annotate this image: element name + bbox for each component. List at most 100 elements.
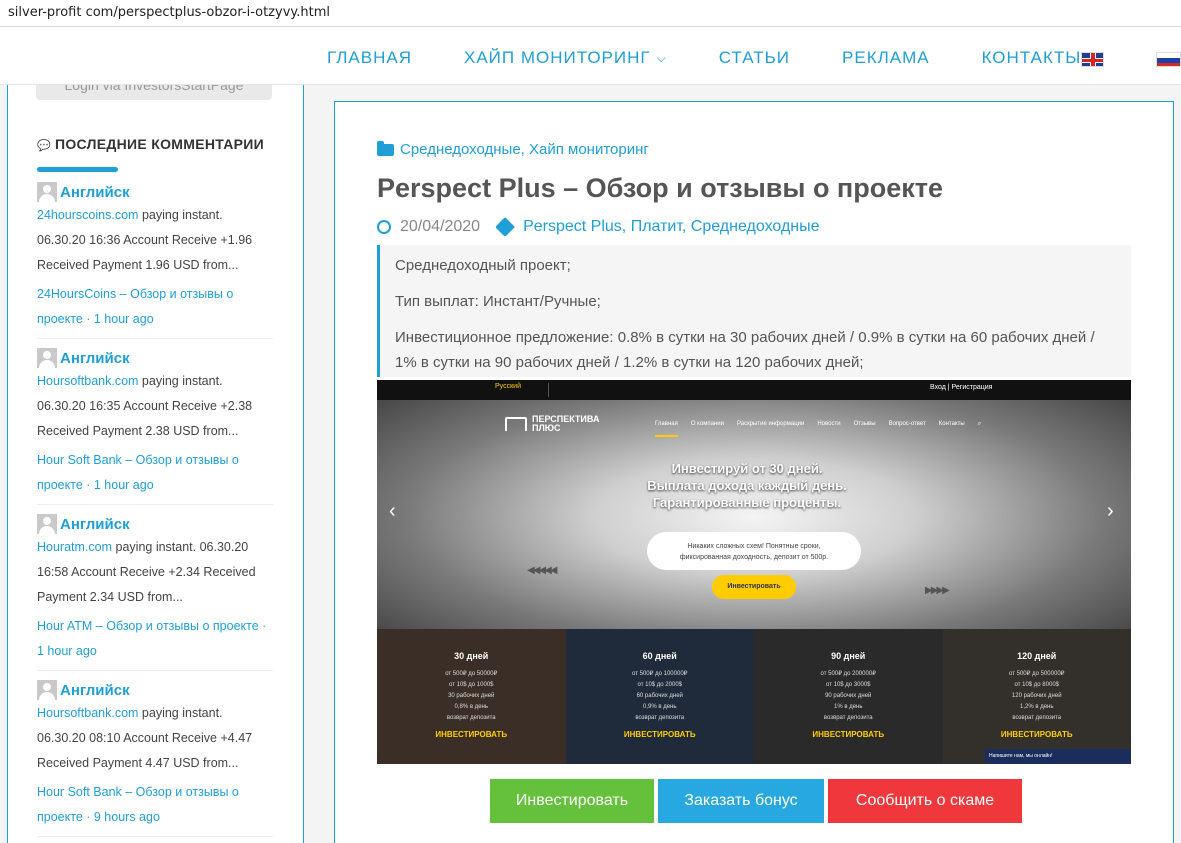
screenshot-menu: Главная О компании Раскрытие информации … — [655, 421, 994, 437]
invest-button[interactable]: Инвестировать — [490, 779, 654, 823]
comment-text: 24hourscoins.com paying instant. 06.30.2… — [37, 203, 273, 278]
comment-post-link[interactable]: 24HoursCoins – Обзор и отзывы о проекте … — [37, 282, 273, 332]
action-buttons: Инвестировать Заказать бонус Сообщить о … — [490, 779, 1026, 823]
plan-line: 30 рабочих дней — [448, 693, 495, 699]
comment-author[interactable]: Английск — [60, 184, 130, 201]
nav-articles[interactable]: СТАТЬИ — [719, 48, 790, 68]
logo-mark-icon — [505, 417, 527, 431]
screenshot-menu-item: Раскрытие информации — [736, 421, 805, 427]
plan-line: от 500₽ до 500000₽ — [1009, 671, 1065, 677]
nav-advertising-label: РЕКЛАМА — [842, 48, 930, 67]
bubble-line: фиксированная доходность, депозит от 500… — [679, 554, 829, 561]
sidebar: Login via InvestorsStartPage 💬 ПОСЛЕДНИЕ … — [7, 85, 304, 843]
plan-card: 90 дней от 500₽ до 200000₽ от 10$ до 300… — [754, 629, 943, 764]
plan-title: 60 дней — [642, 651, 677, 661]
comment-post-link[interactable]: Hour Soft Bank – Обзор и отзывы о проект… — [37, 448, 273, 498]
screenshot-topbar: Русский Вход | Регистрация — [377, 380, 1131, 400]
screenshot-plans: 30 дней от 500₽ до 50000₽ от 10$ до 1000… — [377, 629, 1131, 764]
comment-site-link[interactable]: Hoursoftbank.com — [37, 706, 138, 720]
screenshot-invest-button: Инвестировать — [712, 575, 796, 599]
nav-home[interactable]: ГЛАВНАЯ — [327, 48, 412, 68]
comment-text: Houratm.com paying instant. 06.30.20 16:… — [37, 535, 273, 610]
url-text[interactable]: silver-profit com/perspectplus-obzor-i-o… — [8, 5, 330, 20]
login-investorsstartpage-button[interactable]: Login via InvestorsStartPage — [36, 85, 272, 100]
plan-line: 120 рабочих дней — [1011, 693, 1062, 699]
screenshot-login: Вход | Регистрация — [930, 384, 993, 391]
quote-line: Инвестиционное предложение: 0.8% в сутки… — [395, 329, 1095, 371]
browser-url-bar[interactable]: silver-profit com/perspectplus-obzor-i-o… — [0, 0, 1181, 27]
screenshot-hero: Русский Вход | Регистрация ПЕРСПЕКТИВА ПЛ… — [377, 380, 1131, 629]
plan-line: от 10$ до 1000$ — [449, 682, 494, 688]
comment-text: Hoursoftbank.com paying instant. 06.30.2… — [37, 701, 273, 776]
comment-post-link[interactable]: Hour ATM – Обзор и отзывы о проекте · 1 … — [37, 614, 273, 664]
plan-line: возврат депозита — [635, 715, 685, 721]
nav-contacts[interactable]: КОНТАКТЫ — [982, 48, 1082, 68]
nav-hyip-label: ХАЙП МОНИТОРИНГ — [463, 48, 651, 67]
title-underline — [37, 167, 118, 172]
screenshot-menu-item: О компании — [690, 421, 724, 427]
screenshot-menu-item: Контакты — [938, 421, 965, 427]
article-meta: 20/04/2020 Perspect Plus, Платит, Средне… — [377, 217, 820, 237]
comment-site-link[interactable]: Hoursoftbank.com — [37, 374, 138, 388]
quote-line: Тип выплат: Инстант/Ручные; — [395, 293, 601, 310]
plan-line: 0,9% в день — [643, 704, 677, 710]
project-summary-quote: Среднедоходный проект; Тип выплат: Инста… — [377, 245, 1131, 377]
page-title: Perspect Plus – Обзор и отзывы о проекте — [377, 173, 943, 203]
plan-line: 90 рабочих дней — [825, 693, 872, 699]
nav-home-label: ГЛАВНАЯ — [327, 48, 412, 67]
plan-card: 120 дней от 500₽ до 500000₽ от 10$ до 80… — [942, 629, 1131, 764]
order-bonus-button[interactable]: Заказать бонус — [658, 779, 824, 823]
plan-line: возврат депозита — [1012, 715, 1062, 721]
list-item: Английск Hoursoftbank.com paying instant… — [37, 679, 273, 837]
comment-post-link[interactable]: Hour Soft Bank – Обзор и отзывы о проект… — [37, 780, 273, 830]
avatar — [37, 680, 57, 700]
avatar — [37, 182, 57, 202]
screenshot-headline: Инвестируй от 30 дней. Выплата дохода ка… — [622, 460, 872, 511]
comment-site-link[interactable]: 24hourscoins.com — [37, 208, 138, 222]
comment-icon: 💬 — [37, 140, 51, 152]
screenshot-menu-item: Отзывы — [853, 421, 876, 427]
screenshot-bubble: Никаких сложных схем! Понятные сроки, фи… — [647, 532, 861, 570]
site-header: ГЛАВНАЯ ХАЙП МОНИТОРИНГ ⌵ СТАТЬИ РЕКЛАМА … — [0, 27, 1181, 85]
comment-text: Hoursoftbank.com paying instant. 06.30.2… — [37, 369, 273, 444]
widget-title: 💬 ПОСЛЕДНИЕ КОММЕНТАРИИ — [37, 136, 264, 152]
report-scam-button[interactable]: Сообщить о скаме — [828, 779, 1022, 823]
plan-line: от 10$ до 2000$ — [637, 682, 683, 688]
recent-comments-list: Английск 24hourscoins.com paying instant… — [37, 181, 273, 843]
plan-invest-label: ИНВЕСТИРОВАТЬ — [623, 730, 696, 739]
plan-line: 60 рабочих дней — [636, 693, 683, 699]
clock-icon — [377, 220, 391, 234]
quote-line: Среднедоходный проект; — [395, 257, 571, 274]
nav-advertising[interactable]: РЕКЛАМА — [842, 48, 930, 68]
chevron-down-icon: ⌵ — [656, 50, 667, 65]
plan-invest-label: ИНВЕСТИРОВАТЬ — [435, 730, 508, 739]
article-date: 20/04/2020 — [400, 218, 481, 235]
screenshot-lang: Русский — [495, 383, 549, 397]
screenshot-menu-item: Главная — [655, 421, 678, 437]
tag-link[interactable]: Платит, — [631, 218, 687, 236]
plan-line: от 500₽ до 200000₽ — [820, 671, 876, 677]
nav-contacts-label: КОНТАКТЫ — [981, 48, 1082, 67]
comment-author[interactable]: Английск — [60, 682, 130, 699]
project-screenshot: Русский Вход | Регистрация ПЕРСПЕКТИВА ПЛ… — [377, 380, 1131, 764]
comment-author[interactable]: Английск — [60, 350, 130, 367]
comment-author[interactable]: Английск — [60, 516, 130, 533]
chevron-right-icon: › — [1107, 500, 1114, 522]
russian-flag-icon[interactable] — [1156, 52, 1181, 67]
list-item: Английск Houratm.com paying instant. 06.… — [37, 513, 273, 671]
plan-line: от 500₽ до 50000₽ — [445, 671, 498, 677]
comment-site-link[interactable]: Houratm.com — [37, 540, 112, 554]
english-flag-icon[interactable] — [1081, 52, 1104, 67]
plan-title: 90 дней — [831, 651, 866, 661]
folder-icon — [377, 140, 394, 156]
plan-invest-label: ИНВЕСТИРОВАТЬ — [812, 730, 885, 739]
category-link[interactable]: Среднедоходные, — [400, 141, 525, 158]
bubble-line: Никаких сложных схем! Понятные сроки, — [687, 543, 821, 550]
tag-link[interactable]: Среднедоходные — [691, 218, 820, 236]
screenshot-chat-widget: Напишите нам, мы онлайн! — [985, 749, 1131, 764]
nav-hyip-monitoring[interactable]: ХАЙП МОНИТОРИНГ ⌵ — [464, 48, 667, 68]
headline-line: Выплата дохода каждый день. — [647, 478, 847, 493]
list-item: Английск Hoursoftbank.com paying instant… — [37, 347, 273, 505]
tag-link[interactable]: Perspect Plus, — [523, 218, 626, 236]
category-link[interactable]: Хайп мониторинг — [529, 141, 649, 158]
